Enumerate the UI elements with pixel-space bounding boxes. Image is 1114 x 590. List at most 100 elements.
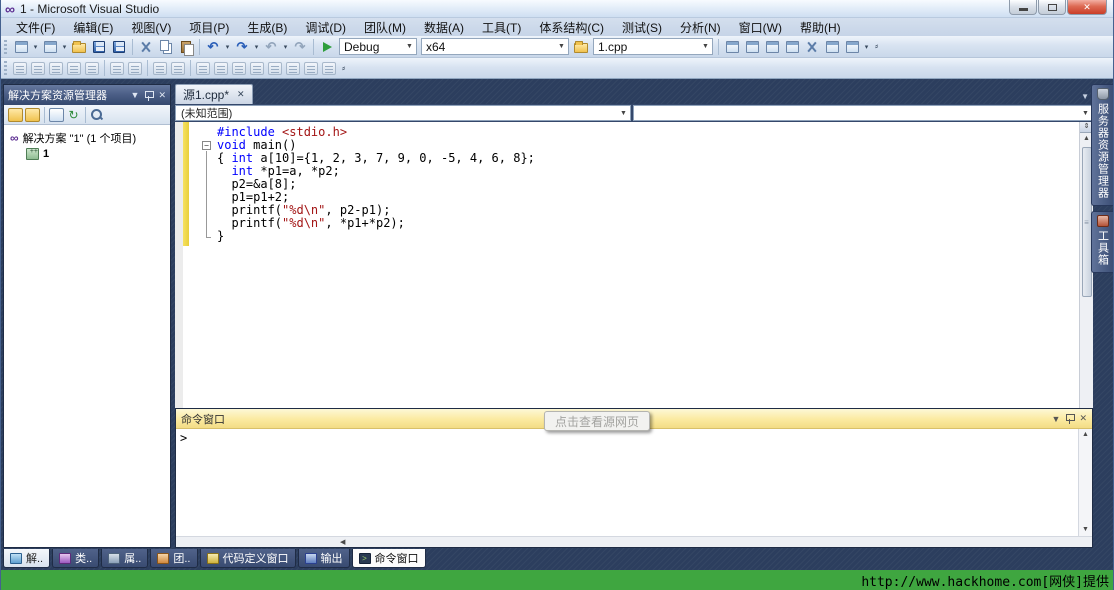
project-node[interactable]: 1: [6, 146, 168, 162]
bottom-tab-team-explorer[interactable]: 团..: [150, 549, 197, 568]
members-dropdown[interactable]: ▼: [633, 105, 1093, 121]
comment-icon[interactable]: [85, 62, 99, 75]
clear-bookmarks-icon[interactable]: [322, 62, 336, 75]
show-all-files-icon[interactable]: [49, 108, 64, 122]
bottom-tab-class-view[interactable]: 类..: [52, 549, 99, 568]
scrollbar-thumb[interactable]: ≡: [1082, 147, 1092, 297]
scroll-down-icon[interactable]: ▼: [1082, 524, 1089, 536]
scroll-up-icon[interactable]: ▲: [1083, 133, 1090, 145]
command-vertical-scrollbar[interactable]: ▲ ▼: [1078, 429, 1092, 536]
comment-selection-icon[interactable]: [153, 62, 167, 75]
pin-icon[interactable]: [1065, 413, 1074, 424]
save-all-icon[interactable]: [110, 38, 128, 56]
toggle-bookmark-icon[interactable]: [196, 62, 210, 75]
document-list-dropdown[interactable]: ▼: [1081, 92, 1089, 101]
bottom-tab-solution-explorer[interactable]: 解..: [3, 549, 50, 568]
properties-window-toolbar-icon[interactable]: [743, 38, 761, 56]
add-item-dropdown[interactable]: ▾: [60, 43, 69, 51]
pin-icon[interactable]: [144, 90, 153, 101]
close-button[interactable]: ✕: [1067, 0, 1107, 15]
solution-node[interactable]: ∞ 解决方案 "1" (1 个项目): [6, 130, 168, 146]
close-icon[interactable]: ✕: [1079, 413, 1087, 424]
previous-bookmark-icon[interactable]: [214, 62, 228, 75]
menu-item-6[interactable]: 团队(M): [355, 18, 415, 37]
previous-bookmark-doc-icon[interactable]: [286, 62, 300, 75]
autohide-tab-server-explorer[interactable]: 服务器资源管理器: [1091, 84, 1113, 206]
tab-source1-cpp[interactable]: 源1.cpp* ✕: [175, 84, 253, 104]
toolbar-grip[interactable]: [4, 40, 7, 54]
menu-item-8[interactable]: 工具(T): [473, 18, 530, 37]
toolbar-grip[interactable]: [4, 61, 7, 75]
navigate-forward-icon[interactable]: ↷: [291, 38, 309, 56]
copy-icon[interactable]: [157, 38, 175, 56]
open-file-icon[interactable]: [70, 38, 88, 56]
code-line[interactable]: int *p1=a, *p2;: [217, 165, 1079, 178]
minimize-button[interactable]: [1009, 0, 1037, 15]
solution-platforms-combo[interactable]: x64▼: [421, 38, 569, 55]
window-position-icon[interactable]: ▼: [131, 90, 140, 100]
command-prompt[interactable]: >: [176, 429, 1078, 536]
uncomment-selection-icon[interactable]: [171, 62, 185, 75]
fold-marker[interactable]: −: [202, 141, 211, 150]
maximize-button[interactable]: [1038, 0, 1066, 15]
display-parameter-info-icon[interactable]: [31, 62, 45, 75]
close-icon[interactable]: ✕: [158, 90, 166, 101]
display-quick-info-icon[interactable]: [49, 62, 63, 75]
solution-explorer-toolbar-icon[interactable]: [723, 38, 741, 56]
menu-item-12[interactable]: 窗口(W): [730, 18, 791, 37]
paste-icon[interactable]: [177, 38, 195, 56]
view-class-diagram-icon[interactable]: [90, 108, 105, 122]
start-debugging-icon[interactable]: [318, 38, 336, 56]
navigate-backward-icon[interactable]: ↶: [262, 38, 280, 56]
code-line[interactable]: p2=&a[8];: [217, 178, 1079, 191]
display-object-members-icon[interactable]: [13, 62, 27, 75]
menu-item-3[interactable]: 项目(P): [180, 18, 238, 37]
find-combo[interactable]: 1.cpp▼: [593, 38, 713, 55]
menu-item-13[interactable]: 帮助(H): [791, 18, 850, 37]
decrease-indent-icon[interactable]: [110, 62, 124, 75]
bottom-tab-command-window[interactable]: >命令窗口: [352, 549, 426, 568]
close-icon[interactable]: ✕: [237, 89, 245, 100]
scroll-left-icon[interactable]: ◀: [336, 538, 349, 546]
collapse-all-icon[interactable]: [8, 108, 23, 122]
increase-indent-icon[interactable]: [128, 62, 142, 75]
window-position-icon[interactable]: ▼: [1052, 414, 1061, 424]
bottom-tab-code-definition[interactable]: 代码定义窗口: [200, 549, 296, 568]
redo-icon[interactable]: ↷: [233, 38, 251, 56]
immediate-window-icon[interactable]: [823, 38, 841, 56]
menu-item-1[interactable]: 编辑(E): [64, 18, 122, 37]
refresh-icon[interactable]: ↻: [66, 108, 81, 122]
types-dropdown[interactable]: (未知范围) ▼: [175, 105, 631, 121]
navigate-backward-dropdown[interactable]: ▾: [281, 43, 290, 51]
scroll-up-icon[interactable]: ▲: [1082, 429, 1089, 441]
autohide-tab-toolbox[interactable]: 工具箱: [1091, 211, 1113, 273]
menu-item-7[interactable]: 数据(A): [415, 18, 473, 37]
code-line[interactable]: { int a[10]={1, 2, 3, 7, 9, 0, -5, 4, 6,…: [217, 152, 1079, 165]
next-bookmark-doc-icon[interactable]: [304, 62, 318, 75]
next-bookmark-folder-icon[interactable]: [268, 62, 282, 75]
command-horizontal-scrollbar[interactable]: ◀: [176, 536, 1092, 547]
object-browser-icon[interactable]: [763, 38, 781, 56]
menu-item-11[interactable]: 分析(N): [671, 18, 730, 37]
display-word-completion-icon[interactable]: [67, 62, 81, 75]
other-windows-icon[interactable]: [843, 38, 861, 56]
add-item-icon[interactable]: [41, 38, 59, 56]
save-icon[interactable]: [90, 38, 108, 56]
toolbar-overflow-button[interactable]: ⸗: [871, 41, 882, 52]
other-windows-dropdown[interactable]: ▾: [862, 43, 871, 51]
code-line[interactable]: }: [217, 230, 1079, 243]
command-window-body[interactable]: > ▲ ▼: [176, 429, 1092, 536]
solution-configurations-combo[interactable]: Debug▼: [339, 38, 417, 55]
new-folder-icon[interactable]: [25, 108, 40, 122]
menu-item-5[interactable]: 调试(D): [296, 18, 355, 37]
previous-bookmark-folder-icon[interactable]: [250, 62, 264, 75]
toolbar-overflow-button[interactable]: ⸗: [338, 63, 349, 74]
menu-item-10[interactable]: 测试(S): [613, 18, 671, 37]
menu-item-0[interactable]: 文件(F): [7, 18, 64, 37]
menu-item-2[interactable]: 视图(V): [122, 18, 180, 37]
redo-dropdown[interactable]: ▾: [252, 43, 261, 51]
undo-dropdown[interactable]: ▾: [223, 43, 232, 51]
menu-item-9[interactable]: 体系结构(C): [530, 18, 613, 37]
solution-explorer-titlebar[interactable]: 解决方案资源管理器 ▼ ✕: [4, 85, 170, 105]
menu-item-4[interactable]: 生成(B): [238, 18, 296, 37]
